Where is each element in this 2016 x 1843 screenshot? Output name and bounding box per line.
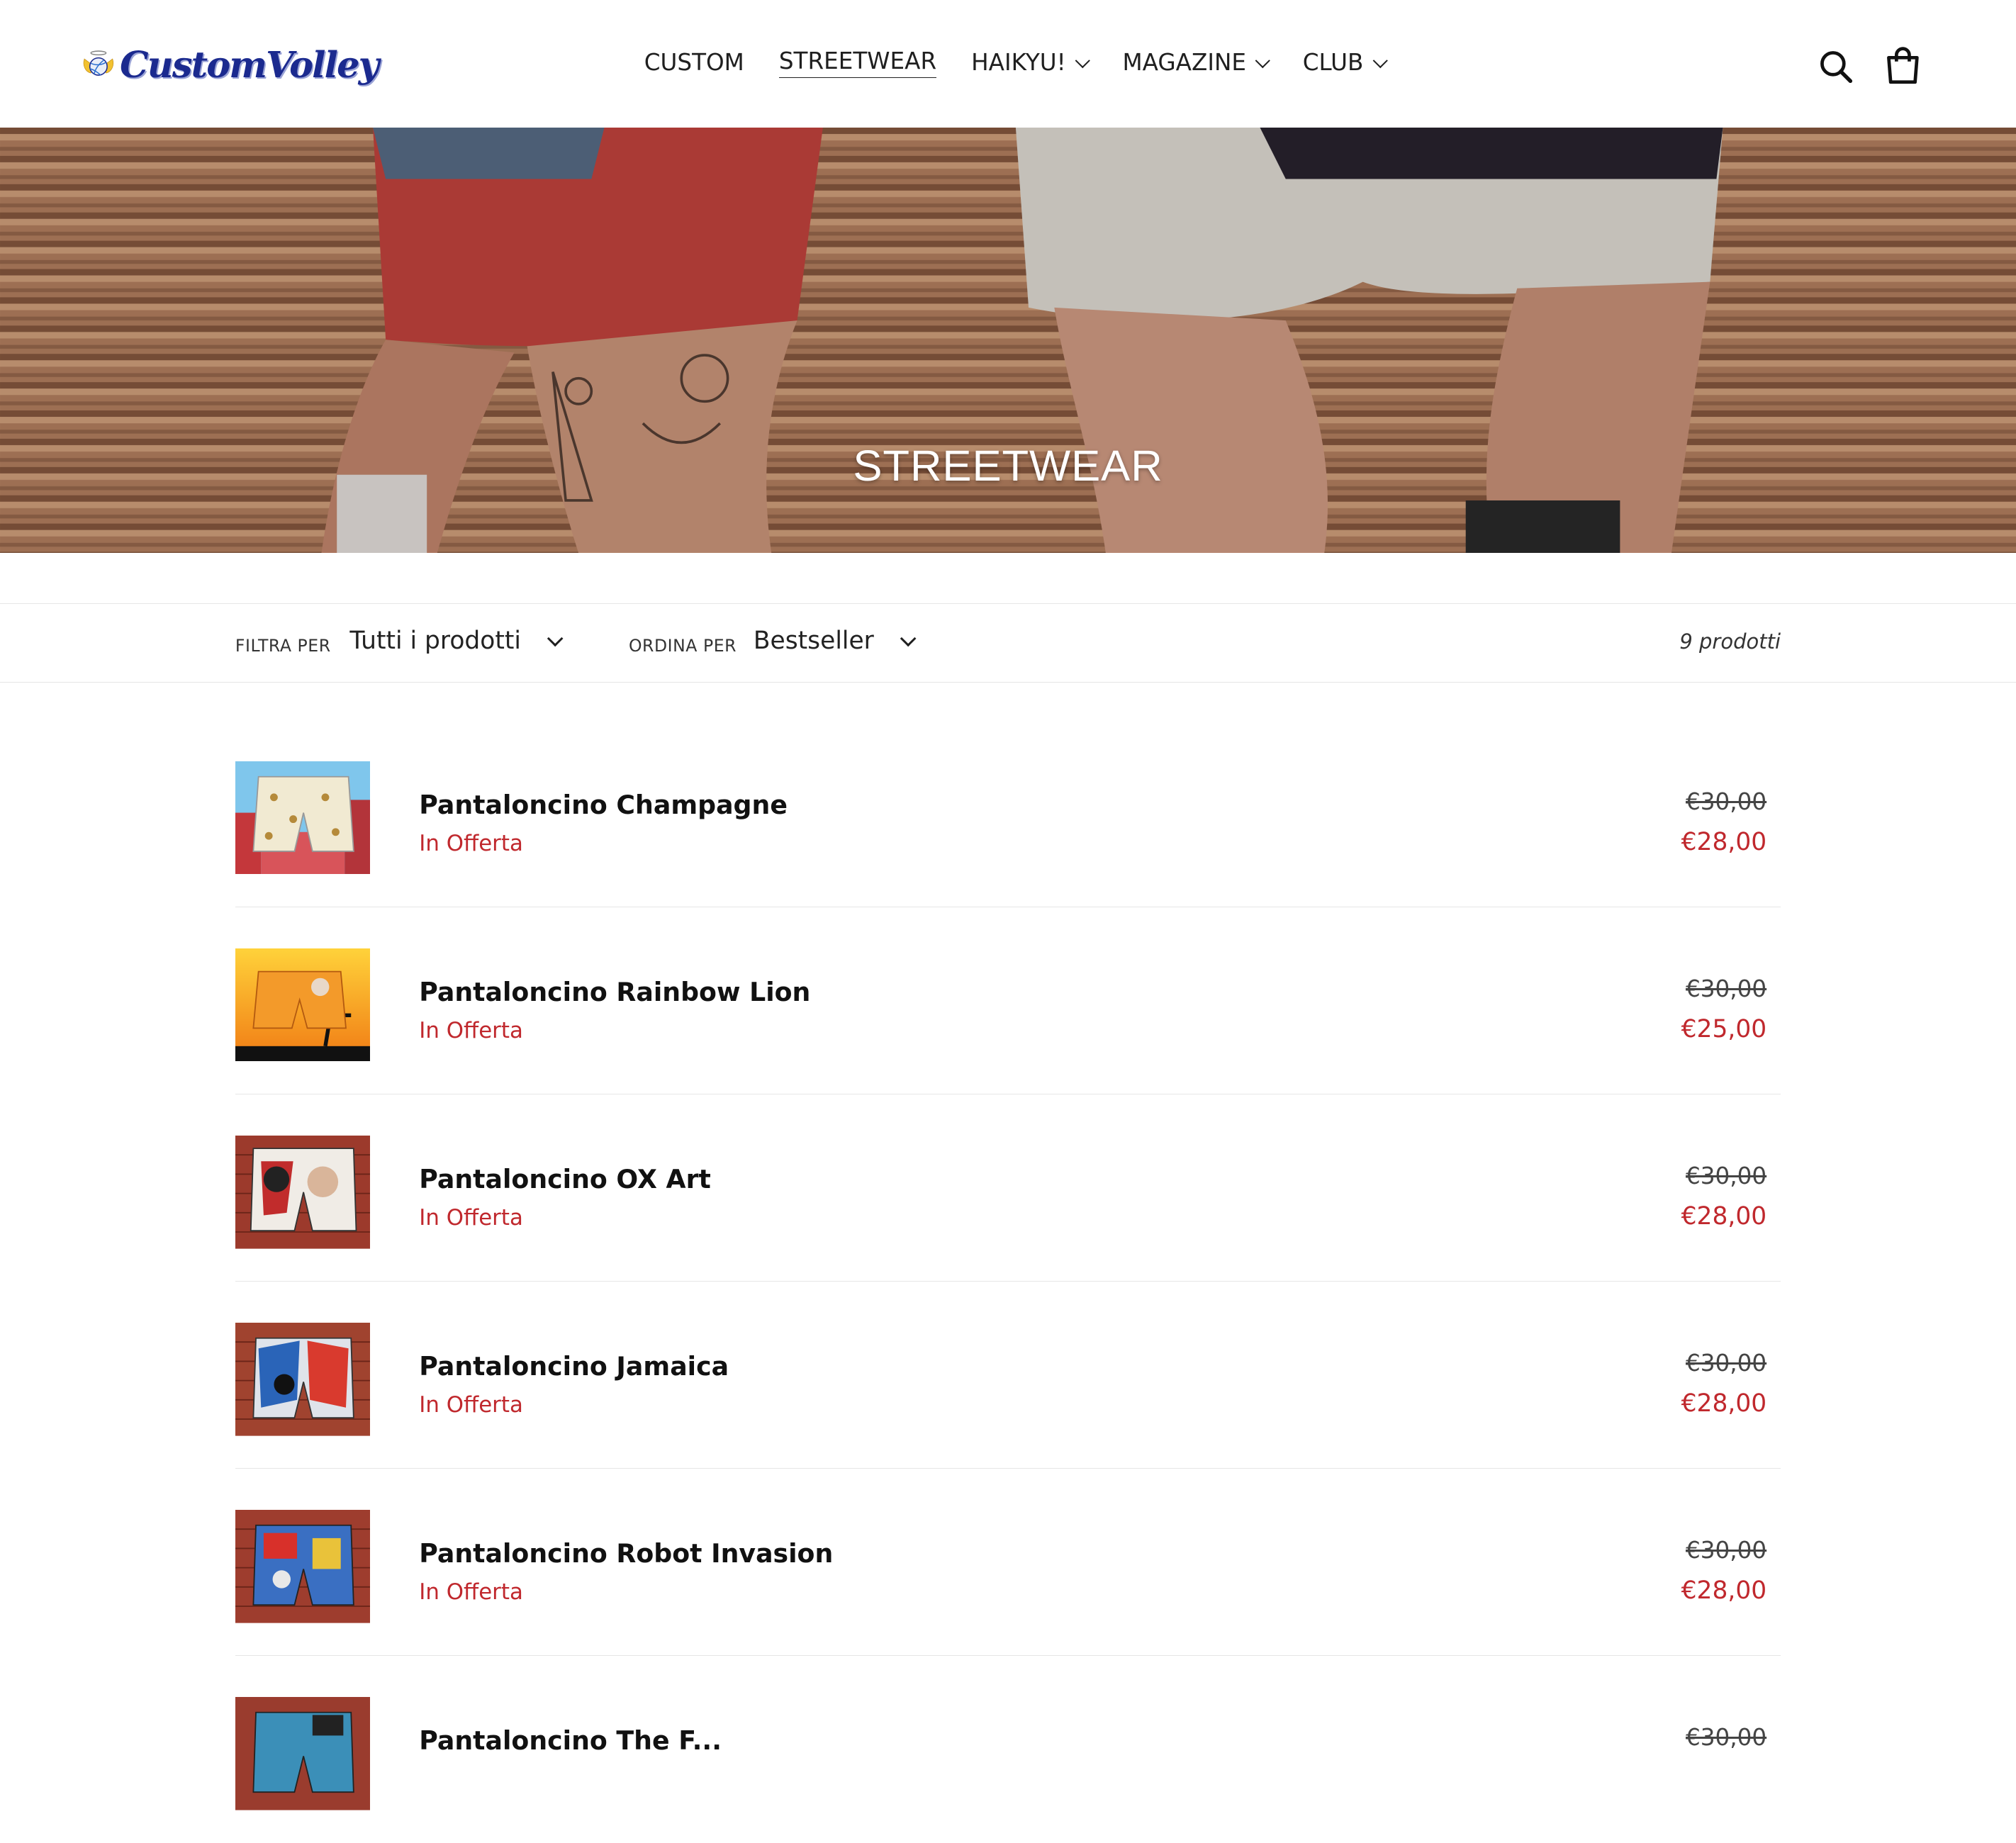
nav-item-streetwear[interactable]: STREETWEAR <box>778 47 937 78</box>
original-price: €30,00 <box>1686 788 1767 815</box>
sale-price: €28,00 <box>1681 828 1767 857</box>
product-row[interactable]: Pantaloncino Rainbow Lion In Offerta €30… <box>235 907 1781 1094</box>
cart-icon[interactable] <box>1885 46 1921 84</box>
sale-badge: In Offerta <box>419 1391 523 1418</box>
product-thumbnail[interactable] <box>235 1135 371 1249</box>
nav-item-custom[interactable]: CUSTOM <box>644 49 744 76</box>
sale-price: €25,00 <box>1681 1015 1767 1044</box>
chevron-down-icon <box>1255 52 1270 68</box>
sort-select-value: Bestseller <box>753 627 874 656</box>
product-name[interactable]: Pantaloncino Robot Invasion <box>419 1538 833 1569</box>
sale-price: €28,00 <box>1681 1389 1767 1418</box>
product-name[interactable]: Pantaloncino Rainbow Lion <box>419 977 810 1007</box>
brand-logo[interactable]: CustomVolley <box>82 26 379 103</box>
original-price: €30,00 <box>1686 1350 1767 1377</box>
filter-label: FILTRA PER <box>235 636 331 656</box>
product-thumbnail[interactable] <box>235 1510 371 1623</box>
original-price: €30,00 <box>1686 1163 1767 1189</box>
collection-hero: STREETWEAR <box>0 127 2016 553</box>
sort-select[interactable]: Bestseller <box>753 627 917 656</box>
collection-title: STREETWEAR <box>853 442 1163 491</box>
product-name[interactable]: Pantaloncino Jamaica <box>419 1351 729 1382</box>
original-price: €30,00 <box>1686 1724 1767 1752</box>
search-icon[interactable] <box>1818 49 1854 85</box>
sale-badge: In Offerta <box>419 1579 523 1606</box>
original-price: €30,00 <box>1686 975 1767 1002</box>
brand-name: CustomVolley <box>120 43 379 86</box>
product-thumbnail[interactable] <box>235 1697 371 1810</box>
product-list: Pantaloncino Champagne In Offerta €30,00… <box>235 720 1781 1843</box>
filter-select-value: Tutti i prodotti <box>349 627 521 656</box>
product-name[interactable]: Pantaloncino OX Art <box>419 1164 711 1194</box>
chevron-down-icon <box>547 630 564 647</box>
sale-badge: In Offerta <box>419 1017 523 1043</box>
product-row[interactable]: Pantaloncino The F... €30,00 <box>235 1656 1781 1843</box>
volleyball-logo-icon <box>83 50 114 76</box>
product-thumbnail[interactable] <box>235 948 371 1062</box>
product-row[interactable]: Pantaloncino OX Art In Offerta €30,00 €2… <box>235 1094 1781 1282</box>
sale-price: €28,00 <box>1681 1202 1767 1231</box>
filter-select[interactable]: Tutti i prodotti <box>349 627 564 656</box>
chevron-down-icon <box>1075 52 1090 68</box>
chevron-down-icon <box>900 630 917 647</box>
chevron-down-icon <box>1372 52 1388 68</box>
product-row[interactable]: Pantaloncino Champagne In Offerta €30,00… <box>235 720 1781 907</box>
site-header: CustomVolley CUSTOM STREETWEAR HAIKYU! M… <box>0 0 2016 128</box>
product-name[interactable]: Pantaloncino The F... <box>419 1725 722 1756</box>
original-price: €30,00 <box>1686 1537 1767 1564</box>
sale-price: €28,00 <box>1681 1576 1767 1606</box>
nav-item-magazine[interactable]: MAGAZINE <box>1122 49 1270 76</box>
main-nav: CUSTOM STREETWEAR HAIKYU! MAGAZINE CLUB <box>644 47 1420 78</box>
product-count: 9 prodotti <box>1679 629 1781 654</box>
product-thumbnail[interactable] <box>235 761 371 875</box>
sale-badge: In Offerta <box>419 1204 523 1231</box>
sale-badge: In Offerta <box>419 830 523 856</box>
product-thumbnail[interactable] <box>235 1322 371 1436</box>
product-row[interactable]: Pantaloncino Robot Invasion In Offerta €… <box>235 1469 1781 1657</box>
product-name[interactable]: Pantaloncino Champagne <box>419 790 788 820</box>
nav-item-club[interactable]: CLUB <box>1303 49 1388 76</box>
nav-item-haikyu[interactable]: HAIKYU! <box>971 49 1090 76</box>
product-row[interactable]: Pantaloncino Jamaica In Offerta €30,00 €… <box>235 1282 1781 1469</box>
collection-filter-bar: FILTRA PER Tutti i prodotti ORDINA PER B… <box>0 603 2016 683</box>
sort-label: ORDINA PER <box>628 636 737 656</box>
